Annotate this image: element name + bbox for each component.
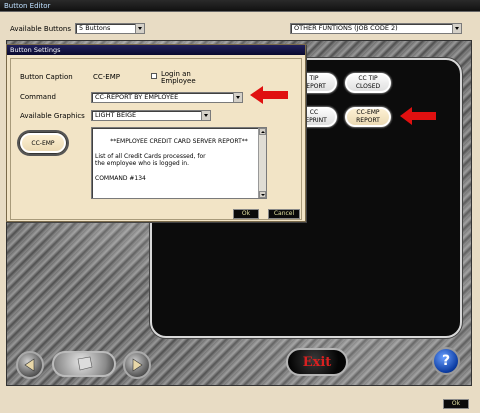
exit-button[interactable]: Exit (286, 348, 348, 376)
cc-tip-closed-button[interactable]: CC TIP CLOSED (344, 72, 392, 94)
cc-tip-closed-label: CC TIP CLOSED (355, 75, 381, 90)
login-employee-label: Login an Employee (161, 70, 196, 85)
description-scrollbar[interactable] (258, 128, 266, 198)
available-buttons-label: Available Buttons (10, 25, 72, 33)
next-button[interactable] (123, 351, 151, 379)
chevron-down-icon[interactable] (452, 24, 461, 33)
keyboard-icon (77, 356, 93, 371)
command-select[interactable]: CC-REPORT BY EMPLOYEE (91, 92, 243, 103)
caption-value[interactable]: CC-EMP (93, 73, 120, 81)
help-button[interactable]: ? (432, 347, 460, 375)
dialog-body: Button Caption CC-EMP Login an Employee … (10, 58, 302, 220)
scroll-up-icon[interactable] (259, 128, 266, 135)
arrow-right-icon (132, 358, 143, 372)
keyboard-button[interactable] (52, 351, 116, 377)
graphics-label: Available Graphics (20, 112, 85, 120)
dialog-ok-button[interactable]: Ok (233, 209, 259, 219)
chevron-down-icon[interactable] (233, 93, 242, 102)
chevron-down-icon[interactable] (201, 111, 210, 120)
available-buttons-select[interactable]: 5 Buttons (75, 23, 145, 34)
cc-emp-report-label: CC-EMP REPORT (356, 109, 380, 124)
chevron-down-icon[interactable] (135, 24, 144, 33)
command-description: **EMPLOYEE CREDIT CARD SERVER REPORT** L… (91, 127, 267, 199)
description-text: **EMPLOYEE CREDIT CARD SERVER REPORT** L… (95, 137, 248, 183)
red-arrow-icon (400, 107, 436, 125)
graphics-select[interactable]: LIGHT BEIGE (91, 110, 211, 121)
scroll-down-icon[interactable] (259, 191, 266, 198)
button-settings-dialog: Button Settings Button Caption CC-EMP Lo… (6, 44, 306, 222)
graphics-value: LIGHT BEIGE (95, 111, 137, 119)
graphic-preview-button[interactable]: CC-EMP (19, 132, 67, 154)
previous-button[interactable] (16, 351, 44, 379)
command-value: CC-REPORT BY EMPLOYEE (95, 93, 179, 101)
arrow-left-icon (24, 358, 35, 372)
caption-label: Button Caption (20, 73, 73, 81)
red-arrow-icon (250, 86, 288, 104)
login-employee-checkbox[interactable] (151, 73, 157, 79)
footer-ok-button[interactable]: Ok (443, 399, 469, 409)
window-title: Button Editor (0, 0, 480, 12)
dialog-cancel-button[interactable]: Cancel (268, 209, 300, 219)
available-buttons-value: 5 Buttons (79, 24, 111, 32)
dialog-title: Button Settings (7, 45, 305, 55)
category-value: OTHER FUNTIONS (JOB CODE 2) (294, 24, 398, 32)
category-select[interactable]: OTHER FUNTIONS (JOB CODE 2) (290, 23, 462, 34)
command-label: Command (20, 93, 56, 101)
cc-emp-report-button[interactable]: CC-EMP REPORT (344, 106, 392, 128)
